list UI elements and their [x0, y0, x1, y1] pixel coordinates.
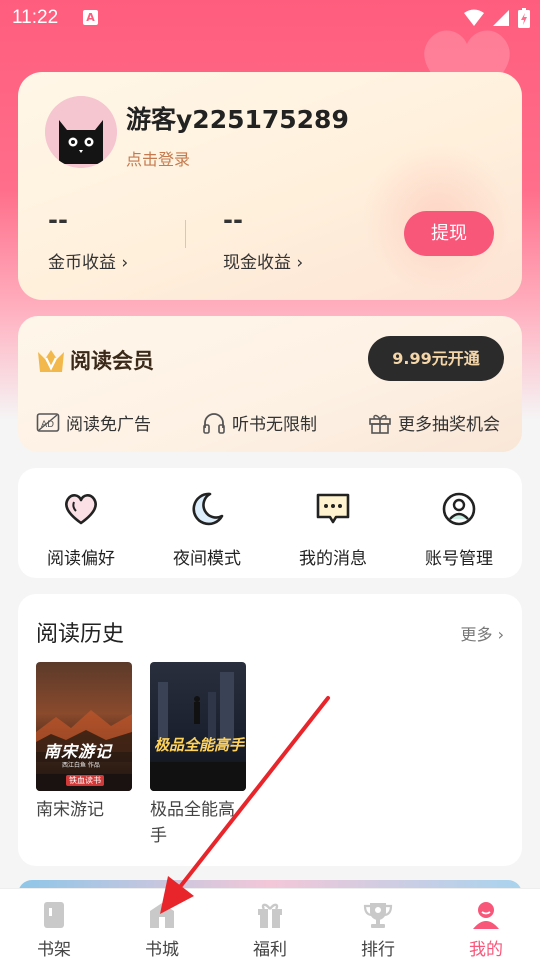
account-icon — [442, 492, 476, 526]
login-link[interactable]: 点击登录 — [126, 146, 190, 170]
gift-icon — [258, 903, 282, 928]
cover-author-text: 西江白鱼 作品 — [62, 762, 100, 769]
vip-subscribe-button[interactable]: 9.99元开通 — [368, 336, 504, 381]
cash-earnings-link[interactable]: 现金收益 › — [223, 248, 303, 273]
cash-earnings-value: -- — [223, 206, 243, 234]
withdraw-button[interactable]: 提现 — [404, 211, 494, 256]
battle-scene-illustration — [36, 710, 132, 791]
gift-box-icon — [369, 414, 391, 434]
tab-label: 福利 — [253, 940, 287, 960]
vip-crown-icon — [38, 350, 64, 372]
signal-icon — [493, 10, 509, 26]
perk-audiobook: 听书无限制 — [202, 410, 317, 435]
book-item[interactable]: 极品全能高手 极品全能高手 — [150, 662, 248, 849]
cat-avatar-icon — [45, 96, 117, 168]
tab-label: 排行 — [361, 940, 395, 960]
coin-earnings-link[interactable]: 金币收益 › — [48, 248, 128, 273]
book-cover: 极品全能高手 — [150, 662, 246, 791]
tab-welfare[interactable]: 福利 — [216, 889, 324, 960]
avatar[interactable] — [45, 96, 117, 168]
headphones-icon — [203, 412, 225, 434]
cover-title-text: 极品全能高手 — [154, 736, 245, 754]
coin-earnings-value: -- — [48, 206, 68, 234]
action-label: 账号管理 — [425, 549, 493, 569]
username: 游客y225175289 — [126, 105, 349, 134]
status-bar: 11:22 A — [0, 0, 540, 36]
tab-bookstore[interactable]: 书城 — [108, 889, 216, 960]
tab-mine[interactable]: 我的 — [432, 889, 540, 960]
account-management-button[interactable]: 账号管理 — [396, 468, 522, 578]
no-ads-icon: AD — [36, 412, 60, 432]
tab-ranking[interactable]: 排行 — [324, 889, 432, 960]
cover-title-text: 南宋游记 — [44, 742, 113, 761]
my-messages-button[interactable]: 我的消息 — [270, 468, 396, 578]
action-label: 夜间模式 — [173, 549, 241, 569]
perk-no-ads: AD 阅读免广告 — [36, 410, 151, 435]
book-title: 极品全能高手 — [150, 800, 235, 846]
heart-icon — [65, 494, 97, 525]
tab-label: 我的 — [469, 940, 503, 960]
tab-label: 书城 — [145, 940, 179, 960]
history-more-link[interactable]: 更多 › — [461, 621, 505, 645]
notification-badge-icon: A — [83, 10, 98, 25]
status-icons — [464, 8, 530, 28]
vip-title: 阅读会员 — [70, 349, 154, 373]
reading-history: 阅读历史 更多 › 南宋游记 西江白鱼 作品 铁血读书 南宋游记 极品全能高手 … — [18, 594, 522, 866]
wifi-icon — [464, 9, 484, 26]
trophy-icon — [363, 903, 393, 928]
perk-lottery: 更多抽奖机会 — [368, 410, 500, 435]
book-title: 南宋游记 — [36, 800, 104, 820]
profile-icon — [473, 902, 499, 929]
tab-label: 书架 — [37, 940, 71, 960]
night-mode-button[interactable]: 夜间模式 — [144, 468, 270, 578]
status-time: 11:22 — [12, 7, 59, 28]
action-label: 我的消息 — [299, 549, 367, 569]
moon-icon — [192, 492, 224, 526]
tab-bookshelf[interactable]: 书架 — [0, 889, 108, 960]
perk-label: 听书无限制 — [232, 415, 317, 435]
bookstore-icon — [150, 903, 174, 928]
message-icon — [316, 493, 350, 524]
battery-icon — [518, 8, 530, 28]
city-illustration — [150, 672, 246, 791]
divider — [185, 220, 186, 248]
svg-text:AD: AD — [41, 420, 54, 430]
bookshelf-icon — [44, 902, 64, 928]
reading-preference-button[interactable]: 阅读偏好 — [18, 468, 144, 578]
quick-actions: 阅读偏好 夜间模式 我的消息 账号管理 — [18, 468, 522, 578]
book-cover: 南宋游记 西江白鱼 作品 铁血读书 — [36, 662, 132, 791]
cover-brand-text: 铁血读书 — [66, 775, 104, 786]
history-title: 阅读历史 — [36, 622, 125, 647]
action-label: 阅读偏好 — [47, 549, 115, 569]
book-item[interactable]: 南宋游记 西江白鱼 作品 铁血读书 南宋游记 — [36, 662, 134, 823]
bottom-tab-bar: 书架 书城 福利 排行 我的 — [0, 888, 540, 960]
perk-label: 更多抽奖机会 — [398, 415, 500, 435]
vip-card[interactable]: 阅读会员 9.99元开通 AD 阅读免广告 听书无限制 更多抽奖机会 — [18, 316, 522, 452]
profile-card: 游客y225175289 点击登录 -- 金币收益 › -- 现金收益 › 提现 — [18, 72, 522, 300]
perk-label: 阅读免广告 — [66, 415, 151, 435]
